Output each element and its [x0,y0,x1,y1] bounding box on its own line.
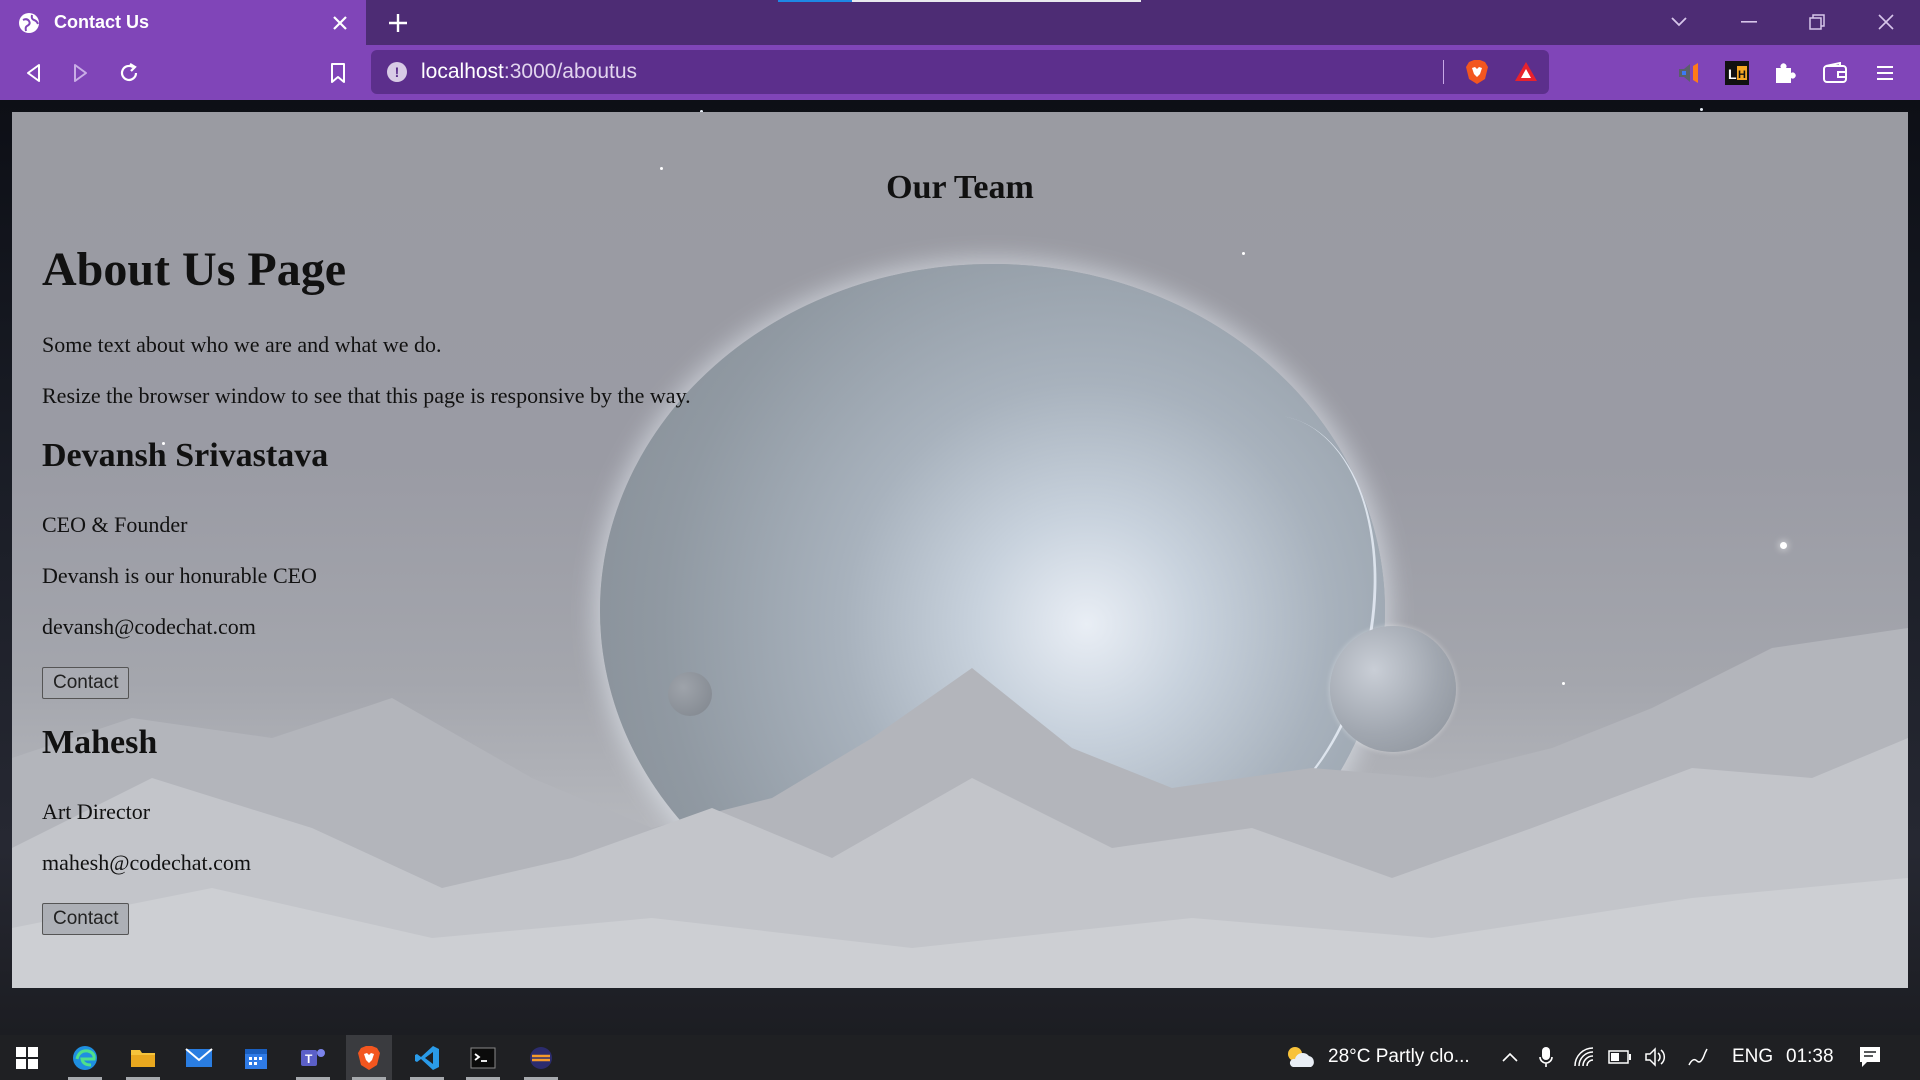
volume-extension-icon[interactable] [1674,58,1704,88]
svg-text:L: L [1728,66,1737,82]
calendar-icon[interactable] [233,1035,279,1080]
svg-text:T: T [305,1052,313,1066]
wifi-icon[interactable] [1572,1045,1596,1069]
tab-search-chevron-icon[interactable] [1664,8,1694,36]
menu-icon[interactable] [1870,58,1900,88]
page-content: Our Team About Us Page Some text about w… [12,112,1908,988]
page-heading: About Us Page [42,243,347,296]
vscode-icon[interactable] [404,1035,450,1080]
mail-icon[interactable] [176,1035,222,1080]
site-info-icon[interactable]: ! [387,62,407,82]
globe-icon [18,12,40,34]
battery-icon[interactable] [1608,1045,1632,1069]
clock[interactable]: 01:38 [1786,1046,1834,1068]
member-name: Devansh Srivastava [42,437,329,474]
wallet-icon[interactable] [1820,58,1850,88]
member-name: Mahesh [42,724,158,761]
puzzle-extensions-icon[interactable] [1770,58,1800,88]
address-bar-divider [1443,60,1444,84]
address-bar[interactable]: ! localhost:3000/aboutus [371,50,1549,94]
contact-button[interactable]: Contact [42,667,130,699]
intro-text: Some text about who we are and what we d… [42,332,442,357]
member-email: mahesh@codechat.com [42,850,252,875]
weather-text[interactable]: 28°C Partly clo... [1328,1046,1470,1068]
brave-shields-icon[interactable] [1465,59,1489,90]
member-role: CEO & Founder [42,512,188,537]
browser-toolbar: ! localhost:3000/aboutus LH [0,45,1920,100]
restore-icon[interactable] [1802,8,1832,36]
language-indicator[interactable]: ENG [1732,1046,1773,1068]
member-email: devansh@codechat.com [42,614,256,639]
tab-contact-us[interactable]: Contact Us [0,0,366,45]
new-tab-button[interactable] [384,10,412,36]
start-icon[interactable] [4,1035,50,1080]
terminal-icon[interactable] [460,1035,506,1080]
url-host: localhost [421,60,504,83]
teams-icon[interactable]: T [290,1035,336,1080]
team-title: Our Team [886,169,1034,206]
file-explorer-icon[interactable] [120,1035,166,1080]
forward-icon[interactable] [66,58,96,88]
volume-icon[interactable] [1644,1045,1668,1069]
reload-icon[interactable] [114,58,144,88]
bookmark-icon[interactable] [323,58,353,88]
close-tab-icon[interactable] [330,13,350,33]
lighthouse-extension-icon[interactable]: LH [1722,58,1752,88]
member-bio: Devansh is our honurable CEO [42,563,317,588]
microphone-icon[interactable] [1534,1045,1558,1069]
tab-bar: Contact Us [0,0,1920,45]
svg-text:H: H [1738,69,1746,81]
loading-progress-bar [778,0,1141,2]
brave-rewards-icon[interactable] [1514,60,1538,89]
edge-icon[interactable] [62,1035,108,1080]
minimize-icon[interactable] [1734,8,1764,36]
url-path: :3000/aboutus [503,60,638,83]
close-window-icon[interactable] [1871,8,1901,36]
app-icon[interactable] [518,1035,564,1080]
url-text[interactable]: localhost:3000/aboutus [421,60,637,84]
pen-icon[interactable] [1686,1045,1710,1069]
chevron-up-icon[interactable] [1498,1045,1522,1069]
about-panel: Our Team About Us Page Some text about w… [12,112,1908,988]
tab-title: Contact Us [54,12,150,32]
windows-taskbar: T 28°C Partly clo... ENG 01:38 [0,1035,1920,1080]
weather-icon[interactable] [1282,1045,1318,1069]
back-icon[interactable] [18,58,48,88]
contact-button[interactable]: Contact [42,903,130,935]
page-viewport: Our Team About Us Page Some text about w… [0,100,1920,1035]
notifications-icon[interactable] [1858,1045,1882,1069]
member-role: Art Director [42,799,151,824]
resize-note: Resize the browser window to see that th… [42,383,691,408]
brave-icon[interactable] [346,1035,392,1080]
